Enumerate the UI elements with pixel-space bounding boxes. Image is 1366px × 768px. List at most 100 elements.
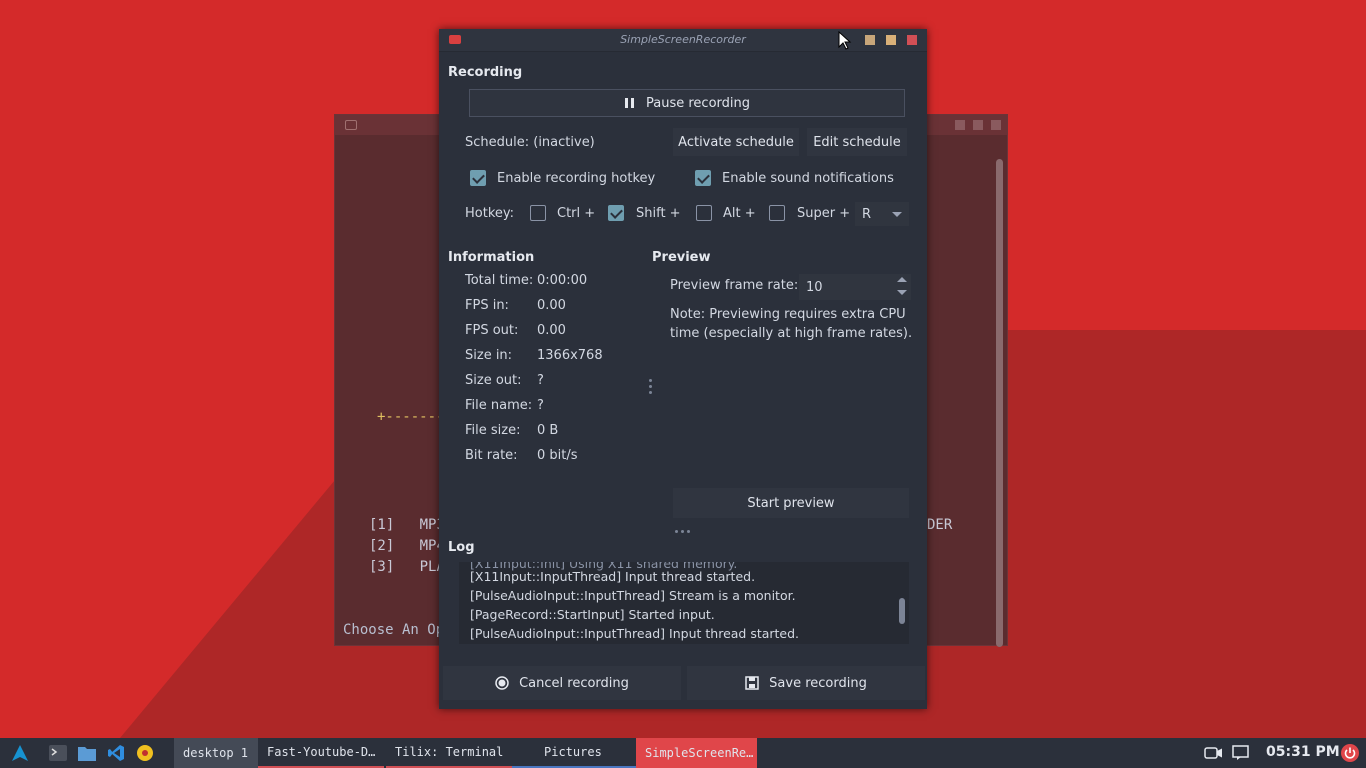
arch-menu-icon[interactable] <box>11 744 29 762</box>
terminal-app-icon <box>345 120 357 130</box>
enable-hotkey-label: Enable recording hotkey <box>497 171 656 186</box>
task-simplescreenrecorder[interactable]: SimpleScreenRe… <box>636 738 757 768</box>
info-label: File size: <box>465 423 521 438</box>
info-label: Size in: <box>465 348 513 363</box>
schedule-status: Schedule: (inactive) <box>465 135 595 150</box>
terminal-border-line: +------- <box>377 409 445 425</box>
maximize-icon[interactable] <box>973 120 983 130</box>
notification-tray-icon[interactable] <box>1232 744 1250 762</box>
task-label: Tilix: Terminal <box>395 745 504 759</box>
window-title: SimpleScreenRecorder <box>620 33 746 46</box>
info-value: ? <box>537 373 544 388</box>
preview-frame-rate-value: 10 <box>806 280 823 295</box>
start-preview-button[interactable]: Start preview <box>673 488 909 518</box>
pause-recording-label: Pause recording <box>646 95 750 111</box>
bottom-button-bar: Cancel recording Save recording <box>443 666 925 702</box>
alt-checkbox[interactable] <box>696 205 712 221</box>
alt-label: Alt + <box>723 206 756 221</box>
record-icon <box>495 676 509 690</box>
terminal-prompt: Choose An Op <box>343 622 445 638</box>
close-icon[interactable] <box>907 35 917 45</box>
splitter-handle[interactable] <box>675 530 690 533</box>
save-recording-label: Save recording <box>769 675 867 691</box>
info-label: FPS out: <box>465 323 519 338</box>
maximize-icon[interactable] <box>886 35 896 45</box>
log-scrollbar-thumb[interactable] <box>899 598 905 624</box>
preview-section-title: Preview <box>652 250 711 265</box>
info-label: Bit rate: <box>465 448 518 463</box>
edit-schedule-button[interactable]: Edit schedule <box>807 128 907 156</box>
pause-recording-button[interactable]: Pause recording <box>469 89 905 117</box>
vscode-launcher-icon[interactable] <box>107 744 125 762</box>
super-checkbox[interactable] <box>769 205 785 221</box>
terminal-scrollbar[interactable] <box>996 159 1003 647</box>
task-label: Pictures <box>544 745 602 759</box>
ctrl-checkbox[interactable] <box>530 205 546 221</box>
log-line: [PageRecord::StartInput] Started input. <box>470 607 715 622</box>
preview-frame-rate-spinbox[interactable]: 10 <box>799 274 911 300</box>
info-value: 0.00 <box>537 323 566 338</box>
clock[interactable]: 05:31 PM <box>1266 744 1340 760</box>
enable-sound-checkbox[interactable] <box>695 170 711 186</box>
info-value: 0 bit/s <box>537 448 578 463</box>
information-section-title: Information <box>448 250 535 265</box>
file-manager-launcher-icon[interactable] <box>78 744 96 762</box>
cancel-recording-label: Cancel recording <box>519 675 629 691</box>
info-label: Total time: <box>465 273 534 288</box>
info-label: FPS in: <box>465 298 509 313</box>
increment-icon[interactable] <box>897 277 907 282</box>
hotkey-key-select[interactable]: R <box>855 202 909 226</box>
preview-note-line1: Note: Previewing requires extra CPU <box>670 307 906 322</box>
decrement-icon[interactable] <box>897 290 907 295</box>
window-titlebar[interactable]: SimpleScreenRecorder <box>439 29 927 52</box>
camera-tray-icon[interactable] <box>1204 744 1222 762</box>
splitter-handle[interactable] <box>649 379 652 395</box>
pause-icon <box>625 98 634 108</box>
preview-frame-rate-label: Preview frame rate: <box>670 278 799 293</box>
shift-checkbox[interactable] <box>608 205 624 221</box>
activate-schedule-button[interactable]: Activate schedule <box>673 128 799 156</box>
task-label: Fast-Youtube-D… <box>267 745 376 759</box>
terminal-text-fragment: DER <box>927 517 953 533</box>
info-value: 1366x768 <box>537 348 603 363</box>
mouse-cursor-icon <box>838 31 852 50</box>
info-value: 0.00 <box>537 298 566 313</box>
activate-schedule-label: Activate schedule <box>678 134 794 150</box>
minimize-icon[interactable] <box>955 120 965 130</box>
hotkey-label: Hotkey: <box>465 206 515 221</box>
info-label: File name: <box>465 398 533 413</box>
recording-section-title: Recording <box>448 65 523 80</box>
minimize-icon[interactable] <box>865 35 875 45</box>
chevron-down-icon <box>892 212 902 217</box>
task-desktop[interactable]: desktop 1 <box>174 738 258 768</box>
task-tilix-terminal[interactable]: Tilix: Terminal <box>386 738 512 768</box>
ctrl-label: Ctrl + <box>557 206 596 221</box>
shift-label: Shift + <box>636 206 681 221</box>
terminal-menu-item: [2] MP4 <box>369 538 445 554</box>
super-label: Super + <box>797 206 851 221</box>
recorder-launcher-icon[interactable] <box>136 744 154 762</box>
cancel-recording-button[interactable]: Cancel recording <box>443 666 681 700</box>
power-icon[interactable] <box>1341 744 1359 762</box>
start-preview-label: Start preview <box>747 495 835 511</box>
log-area[interactable]: [X11Input::Init] Using X11 shared memory… <box>459 562 909 644</box>
terminal-menu-item: [1] MP3 <box>369 517 445 533</box>
task-label: desktop 1 <box>183 746 249 760</box>
info-label: Size out: <box>465 373 522 388</box>
task-youtube[interactable]: Fast-Youtube-D… <box>258 738 384 768</box>
log-line: [PulseAudioInput::InputThread] Input thr… <box>470 626 800 641</box>
save-recording-button[interactable]: Save recording <box>687 666 925 700</box>
enable-hotkey-checkbox[interactable] <box>470 170 486 186</box>
save-icon <box>745 676 759 690</box>
log-section-title: Log <box>448 540 475 555</box>
close-icon[interactable] <box>991 120 1001 130</box>
edit-schedule-label: Edit schedule <box>813 134 901 150</box>
info-value: 0:00:00 <box>537 273 588 288</box>
task-pictures[interactable]: Pictures <box>512 738 636 768</box>
taskbar: desktop 1 Fast-Youtube-D… Tilix: Termina… <box>0 738 1366 768</box>
log-scrollbar[interactable] <box>896 562 908 644</box>
terminal-launcher-icon[interactable] <box>49 744 67 762</box>
info-value: ? <box>537 398 544 413</box>
enable-sound-label: Enable sound notifications <box>722 171 894 186</box>
log-line: [X11Input::InputThread] Input thread sta… <box>470 569 756 584</box>
